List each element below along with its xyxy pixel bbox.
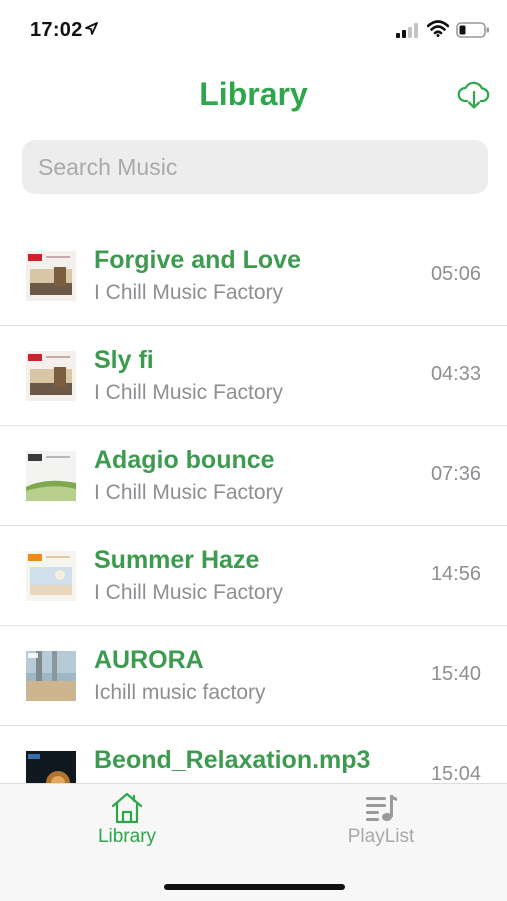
album-art (26, 751, 76, 783)
status-time: 17:02 (30, 19, 83, 41)
song-title: Summer Haze (94, 546, 260, 574)
song-list: Forgive and Love I Chill Music Factory 0… (0, 226, 507, 783)
search-input[interactable] (22, 140, 488, 194)
song-artist: I Chill Music Factory (94, 381, 284, 404)
song-duration: 04:33 (430, 363, 481, 385)
cellular-signal-icon (396, 23, 418, 38)
song-row[interactable]: Sly fi I Chill Music Factory 04:33 (0, 326, 507, 426)
song-row[interactable]: AURORA Ichill music factory 15:40 (0, 626, 507, 726)
song-row[interactable]: Summer Haze I Chill Music Factory 14:56 (0, 526, 507, 626)
song-title: Sly fi (94, 346, 154, 374)
tab-playlist[interactable]: PlayList (301, 792, 461, 856)
page-title: Library (199, 76, 308, 112)
song-title: Beond_Relaxation.mp3 (94, 746, 371, 774)
tab-library[interactable]: Library (47, 792, 207, 856)
song-duration: 07:36 (430, 463, 481, 485)
status-bar: 17:02 (0, 0, 507, 62)
location-arrow-icon (85, 22, 98, 35)
battery-icon (456, 22, 489, 38)
song-title: AURORA (94, 646, 204, 674)
album-art (26, 351, 76, 401)
home-indicator[interactable] (164, 884, 345, 890)
song-artist: I Chill Music Factory (94, 581, 284, 604)
album-art (26, 251, 76, 301)
cloud-download-button[interactable] (457, 80, 491, 110)
playlist-icon (366, 795, 397, 821)
album-art (26, 651, 76, 701)
song-duration: 14:56 (430, 563, 481, 585)
song-artist: I Chill Music Factory (94, 481, 284, 504)
song-row[interactable]: Beond_Relaxation.mp3 15:04 (0, 726, 507, 783)
song-artist: I Chill Music Factory (94, 281, 284, 304)
song-row[interactable]: Adagio bounce I Chill Music Factory 07:3… (0, 426, 507, 526)
album-art (26, 551, 76, 601)
tab-label: Library (97, 826, 157, 847)
home-icon (111, 792, 143, 824)
navigation-header: Library (0, 62, 507, 132)
song-duration: 15:04 (430, 763, 481, 783)
tab-label: PlayList (347, 826, 415, 847)
cloud-download-icon (457, 81, 490, 109)
song-duration: 05:06 (430, 263, 481, 285)
album-art (26, 451, 76, 501)
song-row[interactable]: Forgive and Love I Chill Music Factory 0… (0, 226, 507, 326)
wifi-icon (427, 20, 449, 37)
song-title: Adagio bounce (94, 446, 275, 474)
song-duration: 15:40 (430, 663, 481, 685)
song-artist: Ichill music factory (94, 681, 266, 704)
song-title: Forgive and Love (94, 246, 301, 274)
